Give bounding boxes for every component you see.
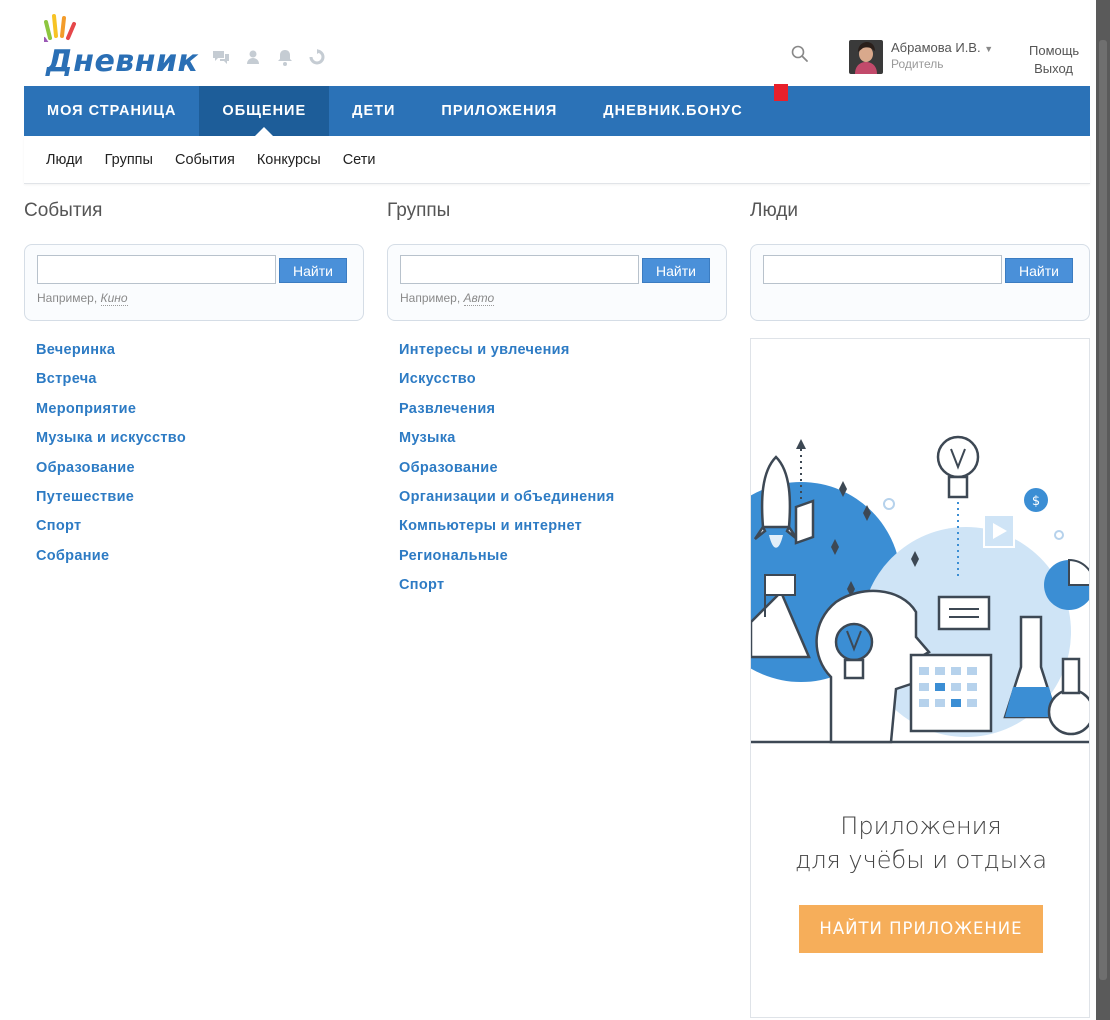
help-link[interactable]: Помощь <box>1029 42 1079 60</box>
groups-category-link[interactable]: Интересы и увлечения <box>399 342 570 358</box>
people-search-input[interactable] <box>763 255 1002 284</box>
groups-category-link[interactable]: Спорт <box>399 577 444 593</box>
groups-category-link[interactable]: Компьютеры и интернет <box>399 518 582 534</box>
groups-hint-example[interactable]: Авто <box>463 291 495 306</box>
person-icon[interactable] <box>244 48 262 66</box>
chevron-down-icon: ▼ <box>984 44 994 54</box>
subnav-events[interactable]: События <box>175 152 235 168</box>
logout-link[interactable]: Выход <box>1029 60 1073 78</box>
scrollbar-thumb[interactable] <box>1099 40 1107 980</box>
list-item: Компьютеры и интернет <box>399 517 727 546</box>
header-links: Помощь Выход <box>1029 42 1079 78</box>
list-item: Региональные <box>399 547 727 576</box>
list-item: Музыка <box>399 429 727 458</box>
list-item: Спорт <box>36 517 364 546</box>
people-column: Люди Найти <box>750 200 1090 321</box>
logo-hand-icon <box>44 14 76 42</box>
events-category-link[interactable]: Собрание <box>36 548 109 564</box>
nav-my-page[interactable]: МОЯ СТРАНИЦА <box>24 86 199 136</box>
events-find-button[interactable]: Найти <box>279 258 347 283</box>
user-role: Родитель <box>891 57 944 71</box>
events-title: События <box>24 200 103 221</box>
groups-category-link[interactable]: Музыка <box>399 430 456 446</box>
nav-children[interactable]: ДЕТИ <box>329 86 418 136</box>
list-item: Образование <box>399 459 727 488</box>
svg-text:$: $ <box>1032 494 1040 509</box>
list-item: Вечеринка <box>36 341 364 370</box>
people-find-button[interactable]: Найти <box>1005 258 1073 283</box>
events-category-list: Вечеринка Встреча Мероприятие Музыка и и… <box>24 341 364 576</box>
apps-promo-card: $ Приложения для учёбы и отдыха НАЙТИ ПР… <box>750 338 1090 1018</box>
logo-text: Дневник <box>46 44 199 79</box>
events-search-input[interactable] <box>37 255 276 284</box>
events-hint-example[interactable]: Кино <box>100 291 128 306</box>
events-category-link[interactable]: Образование <box>36 460 135 476</box>
find-app-button[interactable]: НАЙТИ ПРИЛОЖЕНИЕ <box>799 905 1043 953</box>
nav-bonus[interactable]: ДНЕВНИК.БОНУС <box>580 86 765 136</box>
events-category-link[interactable]: Мероприятие <box>36 401 136 417</box>
groups-search-input[interactable] <box>400 255 639 284</box>
user-name: Абрамова И.В. ▼ <box>891 40 994 55</box>
groups-find-button[interactable]: Найти <box>642 258 710 283</box>
page-scrollbar[interactable] <box>1096 0 1110 1020</box>
header-icons <box>212 48 326 66</box>
people-search-card: Найти <box>750 244 1090 321</box>
sub-nav: Люди Группы События Конкурсы Сети <box>24 136 1090 184</box>
groups-search-hint: Например, Авто <box>400 291 495 306</box>
search-icon <box>791 45 808 62</box>
groups-column: Группы Найти Например, Авто Интересы и у… <box>387 200 727 606</box>
list-item: Интересы и увлечения <box>399 341 727 370</box>
groups-category-link[interactable]: Организации и объединения <box>399 489 615 505</box>
groups-category-link[interactable]: Региональные <box>399 548 508 564</box>
promo-title: Приложения для учёбы и отдыха <box>794 812 1048 874</box>
list-item: Путешествие <box>36 488 364 517</box>
people-title: Люди <box>750 200 799 221</box>
groups-category-list: Интересы и увлечения Искусство Развлечен… <box>387 341 727 606</box>
groups-title: Группы <box>387 200 451 221</box>
list-item: Организации и объединения <box>399 488 727 517</box>
chat-icon[interactable] <box>212 48 230 66</box>
events-category-link[interactable]: Путешествие <box>36 489 134 505</box>
groups-category-link[interactable]: Развлечения <box>399 401 495 417</box>
events-search-hint: Например, Кино <box>37 291 128 306</box>
bell-icon[interactable] <box>276 48 294 66</box>
avatar[interactable] <box>849 40 883 74</box>
list-item: Искусство <box>399 370 727 399</box>
events-category-link[interactable]: Вечеринка <box>36 342 115 358</box>
groups-category-link[interactable]: Искусство <box>399 371 476 387</box>
main-nav: МОЯ СТРАНИЦА ОБЩЕНИЕ ДЕТИ ПРИЛОЖЕНИЯ ДНЕ… <box>24 86 1090 136</box>
list-item: Развлечения <box>399 400 727 429</box>
events-search-card: Найти Например, Кино <box>24 244 364 321</box>
logo[interactable]: Дневник <box>32 12 212 79</box>
events-category-link[interactable]: Встреча <box>36 371 97 387</box>
site-header: Дневник Абрамова И.В. ▼ Родитель Помощь … <box>24 0 1090 86</box>
refresh-icon[interactable] <box>308 48 326 66</box>
bonus-flag-icon <box>774 84 788 101</box>
apps-illustration: $ <box>751 435 1089 744</box>
events-category-link[interactable]: Спорт <box>36 518 81 534</box>
list-item: Собрание <box>36 547 364 576</box>
events-column: События Найти Например, Кино Вечеринка В… <box>24 200 364 576</box>
nav-communication[interactable]: ОБЩЕНИЕ <box>199 86 330 136</box>
subnav-people[interactable]: Люди <box>46 152 83 168</box>
header-search-button[interactable] <box>790 44 812 66</box>
groups-category-link[interactable]: Образование <box>399 460 498 476</box>
list-item: Встреча <box>36 370 364 399</box>
list-item: Мероприятие <box>36 400 364 429</box>
user-menu[interactable]: Абрамова И.В. ▼ Родитель <box>849 40 1019 78</box>
groups-search-card: Найти Например, Авто <box>387 244 727 321</box>
subnav-networks[interactable]: Сети <box>343 152 376 168</box>
list-item: Спорт <box>399 576 727 605</box>
subnav-groups[interactable]: Группы <box>105 152 153 168</box>
subnav-contests[interactable]: Конкурсы <box>257 152 321 168</box>
list-item: Образование <box>36 459 364 488</box>
events-category-link[interactable]: Музыка и искусство <box>36 430 186 446</box>
list-item: Музыка и искусство <box>36 429 364 458</box>
nav-apps[interactable]: ПРИЛОЖЕНИЯ <box>418 86 580 136</box>
